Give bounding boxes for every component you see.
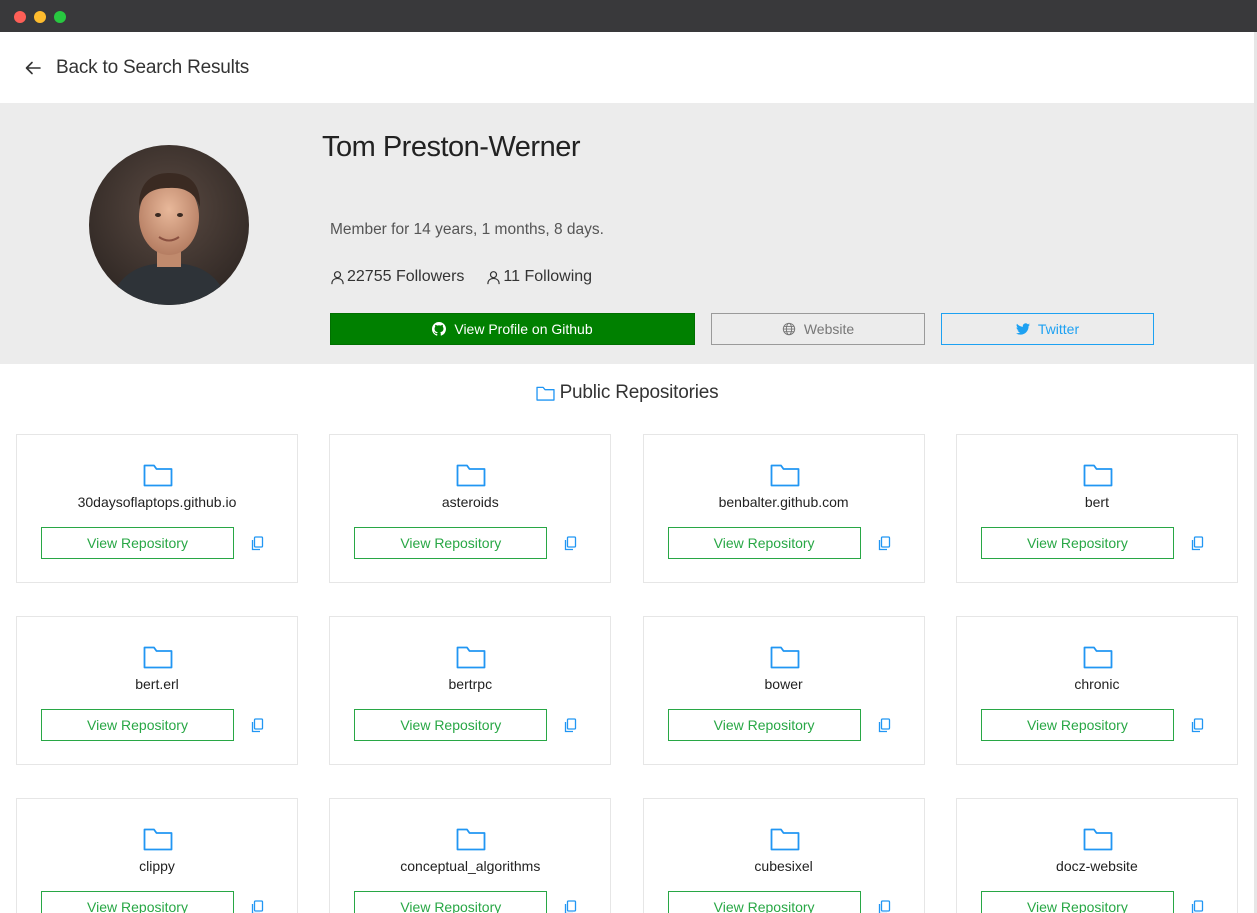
copy-icon[interactable] [878, 718, 891, 733]
folder-icon [770, 828, 799, 851]
folder-icon [143, 646, 173, 669]
copy-icon[interactable] [878, 900, 891, 913]
repo-card: docz-website View Repository [955, 798, 1238, 913]
repo-card: asteroids View Repository [329, 434, 612, 583]
view-repository-button[interactable]: View Repository [41, 709, 234, 741]
folder-icon [456, 464, 486, 487]
repository-grid: 30daysoflaptops.github.io View Repository… [16, 434, 1238, 913]
globe-icon [782, 322, 795, 336]
profile-name: Tom Preston-Werner [322, 131, 581, 163]
copy-icon[interactable] [251, 718, 264, 733]
repo-card: conceptual_algorithms View Repository [329, 798, 612, 913]
back-link-label: Back to Search Results [56, 56, 250, 78]
repo-name: benbalter.github.com [718, 494, 849, 510]
avatar [89, 145, 249, 305]
website-button[interactable]: Website [711, 313, 925, 345]
view-github-profile-button[interactable]: View Profile on Github [330, 313, 695, 345]
view-repository-button[interactable]: View Repository [667, 891, 861, 913]
back-bar: Back to Search Results [0, 32, 1254, 103]
profile-header: Tom Preston-Werner Member for 14 years, … [0, 103, 1254, 364]
repo-card: chronic View Repository [955, 616, 1238, 765]
copy-icon[interactable] [1191, 900, 1204, 913]
folder-icon [456, 828, 486, 851]
copy-icon[interactable] [878, 536, 891, 551]
following-stat: 11 Following [486, 268, 592, 286]
copy-icon[interactable] [564, 718, 577, 733]
arrow-left-icon [25, 61, 41, 74]
view-repository-button[interactable]: View Repository [354, 891, 548, 913]
follow-stats: 22755 Followers 11 Following [330, 268, 614, 286]
copy-icon[interactable] [251, 536, 264, 551]
user-icon [331, 270, 344, 284]
member-duration: Member for 14 years, 1 months, 8 days. [330, 221, 604, 238]
github-icon [432, 322, 447, 336]
copy-icon[interactable] [1191, 536, 1204, 551]
view-repository-button[interactable]: View Repository [41, 891, 234, 913]
minimize-window-button[interactable] [34, 11, 46, 23]
repo-name: docz-website [1056, 858, 1138, 874]
repo-name: bertrpc [448, 676, 493, 692]
copy-icon[interactable] [564, 536, 577, 551]
folder-icon [143, 828, 173, 851]
copy-icon[interactable] [251, 900, 264, 913]
folder-icon [456, 646, 486, 669]
view-repository-button[interactable]: View Repository [41, 527, 234, 559]
repo-card: 30daysoflaptops.github.io View Repository [16, 434, 298, 583]
repo-card: clippy View Repository [16, 798, 298, 913]
folder-icon [535, 386, 555, 401]
folder-icon [143, 464, 173, 487]
repo-name: chronic [1074, 676, 1120, 692]
repo-card: cubesixel View Repository [642, 798, 925, 913]
section-title-label: Public Repositories [559, 382, 719, 403]
repo-card: bert.erl View Repository [16, 616, 298, 765]
repo-card: bower View Repository [642, 616, 925, 765]
repo-card: bertrpc View Repository [329, 616, 612, 765]
maximize-window-button[interactable] [54, 11, 66, 23]
folder-icon [1083, 464, 1113, 487]
copy-icon[interactable] [564, 900, 577, 913]
repo-name: bert.erl [135, 676, 179, 692]
followers-stat: 22755 Followers [330, 268, 464, 286]
view-repository-button[interactable]: View Repository [354, 527, 548, 559]
view-repository-button[interactable]: View Repository [980, 709, 1174, 741]
folder-icon [1083, 828, 1113, 851]
followers-count: 22755 Followers [347, 268, 465, 285]
github-button-label: View Profile on Github [454, 321, 593, 337]
following-count: 11 Following [503, 268, 593, 285]
public-repositories-heading: Public Repositories [0, 382, 1254, 404]
copy-icon[interactable] [1191, 718, 1204, 733]
close-window-button[interactable] [14, 11, 26, 23]
repo-name: clippy [139, 858, 175, 874]
window-titlebar [0, 0, 1257, 32]
back-to-search-link[interactable]: Back to Search Results [24, 57, 249, 79]
repo-name: bert [1084, 494, 1109, 510]
repo-card: benbalter.github.com View Repository [642, 434, 925, 583]
view-repository-button[interactable]: View Repository [980, 527, 1174, 559]
view-repository-button[interactable]: View Repository [667, 709, 861, 741]
folder-icon [1083, 646, 1113, 669]
repo-name: cubesixel [754, 858, 813, 874]
twitter-button-label: Twitter [1037, 321, 1080, 337]
repo-card: bert View Repository [955, 434, 1238, 583]
view-repository-button[interactable]: View Repository [667, 527, 861, 559]
twitter-icon [1015, 323, 1030, 335]
repo-name: bower [764, 676, 803, 692]
repo-name: conceptual_algorithms [400, 858, 541, 874]
folder-icon [770, 464, 799, 487]
website-button-label: Website [803, 321, 855, 337]
folder-icon [770, 646, 799, 669]
twitter-button[interactable]: Twitter [941, 313, 1154, 345]
user-icon [487, 270, 501, 284]
repo-name: asteroids [441, 494, 499, 510]
view-repository-button[interactable]: View Repository [354, 709, 548, 741]
view-repository-button[interactable]: View Repository [980, 891, 1174, 913]
app-content: Back to Search Results Tom Preston-Werne… [0, 32, 1254, 913]
repo-name: 30daysoflaptops.github.io [77, 494, 237, 510]
